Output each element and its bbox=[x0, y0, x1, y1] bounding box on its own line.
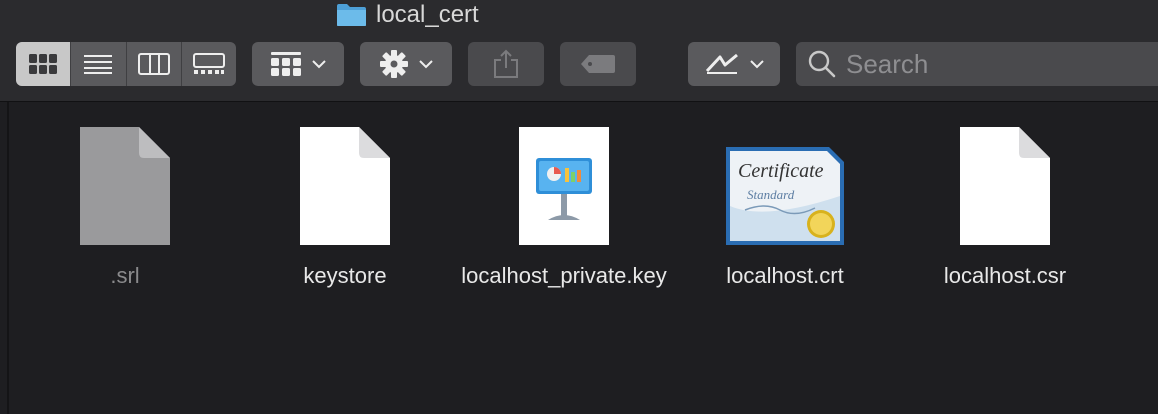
file-item-keystore[interactable]: keystore bbox=[235, 112, 455, 292]
file-name: localhost.crt bbox=[726, 263, 844, 288]
search-icon bbox=[808, 50, 836, 78]
list-view-button[interactable] bbox=[71, 42, 127, 86]
gear-icon bbox=[380, 50, 408, 78]
keynote-file-icon bbox=[519, 127, 609, 245]
file-name: localhost.csr bbox=[943, 263, 1067, 288]
file-icon-keystore bbox=[299, 112, 391, 246]
certificate-heading: Certificate bbox=[738, 160, 824, 182]
chevron-down-icon bbox=[750, 59, 764, 68]
finder-toolbar: local_cert bbox=[0, 0, 1158, 102]
window-title-text: local_cert bbox=[376, 1, 479, 28]
tags-button[interactable] bbox=[560, 42, 636, 86]
chevron-down-icon bbox=[419, 59, 433, 68]
file-name: localhost_private.key bbox=[461, 263, 667, 288]
sidebar-plugin-button[interactable] bbox=[688, 42, 780, 86]
gallery-icon bbox=[192, 53, 225, 74]
action-menu-button[interactable] bbox=[360, 42, 452, 86]
icon-grid-icon bbox=[29, 54, 58, 74]
window-title: local_cert bbox=[336, 1, 479, 29]
gallery-view-button[interactable] bbox=[182, 42, 236, 86]
share-button[interactable] bbox=[468, 42, 544, 86]
group-grid-icon bbox=[271, 52, 301, 76]
columns-icon bbox=[137, 53, 170, 75]
generic-file-icon bbox=[960, 127, 1050, 245]
file-item-csr[interactable]: localhost.csr bbox=[895, 112, 1115, 292]
file-item-crt[interactable]: Certificate Standard localhost.crt bbox=[675, 112, 895, 292]
tag-icon bbox=[581, 55, 615, 73]
list-icon bbox=[84, 55, 113, 74]
column-view-button[interactable] bbox=[127, 42, 182, 86]
window-edge bbox=[7, 102, 9, 414]
group-by-button[interactable] bbox=[252, 42, 344, 86]
search-input[interactable] bbox=[844, 47, 1148, 81]
file-icon-csr bbox=[959, 112, 1051, 246]
file-icon-private-key bbox=[518, 112, 610, 246]
chevron-down-icon bbox=[312, 59, 326, 68]
icon-view-button[interactable] bbox=[16, 42, 72, 86]
certificate-icon: Certificate Standard bbox=[726, 147, 844, 245]
view-mode-segmented-control[interactable] bbox=[16, 42, 236, 86]
search-field[interactable] bbox=[796, 42, 1158, 86]
file-name: keystore bbox=[303, 263, 387, 288]
generic-file-icon bbox=[300, 127, 390, 245]
zigzag-app-icon bbox=[705, 53, 738, 74]
file-item-srl[interactable]: .srl bbox=[15, 112, 235, 292]
folder-icon bbox=[337, 4, 366, 26]
file-name: .srl bbox=[110, 263, 140, 288]
file-icon-srl bbox=[79, 112, 171, 246]
file-item-private-key[interactable]: localhost_private.key bbox=[454, 112, 674, 292]
share-icon bbox=[494, 49, 518, 78]
certificate-subheading: Standard bbox=[747, 187, 795, 202]
generic-file-icon bbox=[80, 127, 170, 245]
file-icon-crt: Certificate Standard bbox=[725, 112, 845, 246]
